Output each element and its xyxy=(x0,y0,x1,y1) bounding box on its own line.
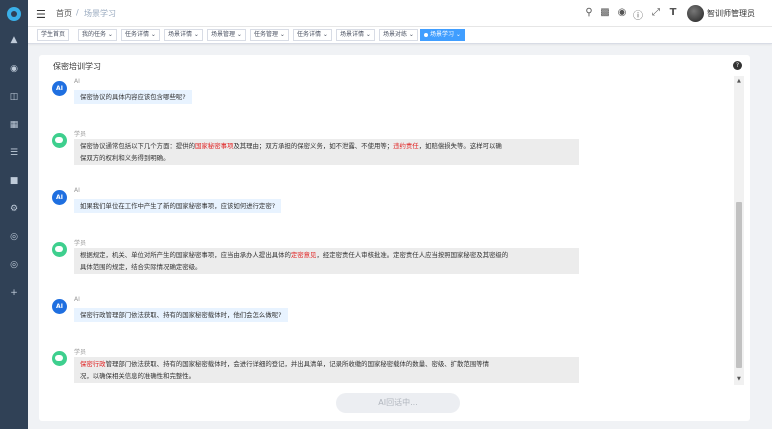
tag-item[interactable]: 任务详情 ⌄ xyxy=(293,29,332,41)
tag-item[interactable]: 场景详情 ⌄ xyxy=(164,29,203,41)
tag-label: 场景管理 xyxy=(211,31,236,38)
top-navbar: ☰ 首页 / 场景学习 ⚲ ▩ ◉ ⓘ ⤢ T 智训师管理员 xyxy=(28,0,772,27)
chat-panel: 保密培训学习 ? AI AI 保密协议的具体内容应该包含哪些呢? 学员 保密协议… xyxy=(39,55,750,421)
video-icon[interactable]: ■ xyxy=(8,175,20,187)
tag-label: 我的任务 xyxy=(82,31,107,38)
font-size-icon[interactable]: T xyxy=(667,7,679,18)
sender-name: AI xyxy=(74,187,80,194)
list-icon[interactable]: ☰ xyxy=(8,147,20,159)
message-text: ，如赔偿损失等。这样可以确 xyxy=(418,142,502,150)
message-icon[interactable]: ▩ xyxy=(599,7,611,18)
highlight-text: 保密行政 xyxy=(80,360,106,368)
student-avatar-icon xyxy=(52,351,67,366)
breadcrumb-home[interactable]: 首页 xyxy=(56,8,72,19)
tags-view: 学生首页 我的任务 ⌄ 任务详情 ⌄ 场景详情 ⌄ 场景管理 ⌄ 任务管理 ⌄ … xyxy=(28,27,772,44)
settings-icon[interactable]: ⚙ xyxy=(8,203,20,215)
tag-label: 任务详情 xyxy=(297,31,322,38)
highlight-text: 定密意见 xyxy=(290,251,317,259)
message-text: ，经定密责任人审核批准。定密责任人应当按照国家秘密及其密级的 xyxy=(316,251,509,259)
tag-item[interactable]: 任务管理 ⌄ xyxy=(250,29,289,41)
scroll-down-icon[interactable]: ▼ xyxy=(737,376,741,382)
ai-avatar-icon: AI xyxy=(52,81,67,96)
ai-avatar-icon: AI xyxy=(52,299,67,314)
dashboard-icon[interactable]: ▲ xyxy=(8,34,20,46)
highlight-text: 国家秘密事项 xyxy=(195,142,234,150)
tag-item[interactable]: 场景对练 ⌄ xyxy=(379,29,418,41)
tag-label: 场景对练 xyxy=(383,31,408,38)
question-icon[interactable]: ⓘ xyxy=(632,7,644,22)
search-icon[interactable]: ⚲ xyxy=(583,7,595,18)
panel-title: 保密培训学习 xyxy=(53,62,101,71)
message-text: 保密协议通常包括以下几个方面：提供的 xyxy=(80,142,196,150)
tag-item[interactable]: 场景详情 ⌄ xyxy=(336,29,375,41)
tag-item[interactable]: 场景管理 ⌄ xyxy=(207,29,246,41)
eye-icon[interactable]: ◉ xyxy=(8,63,20,75)
sender-name: AI xyxy=(74,296,80,303)
github-icon[interactable]: ◉ xyxy=(616,7,628,18)
scroll-up-icon[interactable]: ▲ xyxy=(737,78,741,84)
sender-name: 学员 xyxy=(74,240,87,247)
sender-name: 学员 xyxy=(74,349,87,356)
help-icon[interactable]: ? xyxy=(733,61,742,70)
compass-icon[interactable]: ◎ xyxy=(8,259,20,271)
logo xyxy=(7,7,21,21)
student-avatar-icon xyxy=(52,242,67,257)
sidebar: ▲ ◉ ◫ ▦ ☰ ■ ⚙ ◎ ◎ + xyxy=(0,0,28,429)
fullscreen-icon[interactable]: ⤢ xyxy=(650,7,662,18)
table-icon[interactable]: ▦ xyxy=(8,119,20,131)
message-text: 及其理由；双方承担的保密义务，如不泄露、不使用等； xyxy=(233,142,394,150)
breadcrumb-separator: / xyxy=(76,8,79,17)
menu-toggle-icon[interactable]: ☰ xyxy=(36,8,46,21)
message-text: 保双方的权利和义务得到明确。 xyxy=(80,154,170,162)
chat-history[interactable]: AI AI 保密协议的具体内容应该包含哪些呢? 学员 保密协议通常包括以下几个方… xyxy=(49,75,742,385)
target-icon[interactable]: ◎ xyxy=(8,231,20,243)
tag-item[interactable]: 任务详情 ⌄ xyxy=(121,29,160,41)
tag-item-active[interactable]: 场景学习 ⌄ xyxy=(420,29,465,41)
plus-icon[interactable]: + xyxy=(8,287,20,299)
tag-label: 学生首页 xyxy=(41,31,66,38)
message-bubble: 保密行政管理部门依法获取、持有的国家秘密载体时，他们会怎么做呢? xyxy=(74,308,288,322)
message-bubble: 如果我们单位在工作中产生了新的国家秘密事项，应该如何进行定密? xyxy=(74,199,282,213)
avatar[interactable] xyxy=(687,5,704,22)
tag-item[interactable]: 我的任务 ⌄ xyxy=(78,29,117,41)
scrollbar-thumb[interactable] xyxy=(736,202,742,368)
highlight-text: 违约责任 xyxy=(393,142,419,150)
tag-label: 场景详情 xyxy=(168,31,193,38)
sender-name: 学员 xyxy=(74,131,87,138)
tag-label: 任务管理 xyxy=(254,31,279,38)
tag-label: 任务详情 xyxy=(125,31,150,38)
document-icon[interactable]: ◫ xyxy=(8,91,20,103)
message-text: 根据规定，机关、单位对所产生的国家秘密事项，应当由承办人提出具体的 xyxy=(80,251,291,259)
message-text: 具体范围的规定，结合实际情况确定密级。 xyxy=(80,263,202,271)
ai-avatar-icon: AI xyxy=(52,190,67,205)
sender-name: AI xyxy=(74,78,80,85)
message-bubble: 根据规定，机关、单位对所产生的国家秘密事项，应当由承办人提出具体的定密意见，经定… xyxy=(74,248,579,274)
tag-item[interactable]: 学生首页 xyxy=(37,29,70,41)
username[interactable]: 智训师管理员 xyxy=(707,8,755,19)
send-button[interactable]: AI回话中... xyxy=(336,393,460,413)
breadcrumb-current: 场景学习 xyxy=(84,9,116,18)
message-text: 况，以确保相关信息的准确性和完整性。 xyxy=(80,372,196,380)
tag-label: 场景学习 xyxy=(430,31,455,38)
student-avatar-icon xyxy=(52,133,67,148)
message-bubble: 保密协议的具体内容应该包含哪些呢? xyxy=(74,90,192,104)
message-text: 管理部门依法获取、持有的国家秘密载体时，会进行详细的登记，并出具清单，记录所收缴… xyxy=(105,360,489,368)
message-bubble: 保密行政管理部门依法获取、持有的国家秘密载体时，会进行详细的登记，并出具清单，记… xyxy=(74,357,579,383)
tag-label: 场景详情 xyxy=(340,31,365,38)
message-bubble: 保密协议通常包括以下几个方面：提供的国家秘密事项及其理由；双方承担的保密义务，如… xyxy=(74,139,579,165)
